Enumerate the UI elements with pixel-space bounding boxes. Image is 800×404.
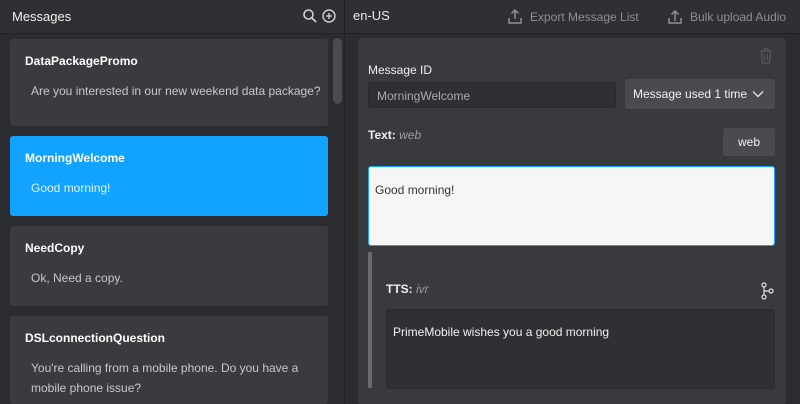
message-usage-dropdown[interactable]: Message used 1 time bbox=[625, 79, 775, 109]
message-card-morningwelcome[interactable]: MorningWelcome Good morning! bbox=[10, 136, 328, 216]
scrollbar-thumb[interactable] bbox=[333, 38, 342, 104]
search-icon[interactable] bbox=[302, 8, 318, 24]
text-channel: web bbox=[399, 128, 422, 142]
top-bar: Messages en-US Export Message List Bulk … bbox=[0, 0, 800, 34]
tts-channel: ivr bbox=[416, 282, 429, 296]
message-card-text: Are you interested in our new weekend da… bbox=[31, 84, 321, 98]
bulk-upload-label: Bulk upload Audio bbox=[690, 10, 787, 24]
export-message-list-button[interactable]: Export Message List bbox=[506, 8, 639, 26]
message-card-dslconnectionquestion[interactable]: DSLconnectionQuestion You're calling fro… bbox=[10, 316, 328, 404]
messages-app: Messages en-US Export Message List Bulk … bbox=[0, 0, 800, 404]
messages-header: Messages bbox=[0, 0, 345, 34]
branch-icon[interactable] bbox=[760, 282, 774, 300]
message-list: DataPackagePromo Are you interested in o… bbox=[0, 34, 345, 404]
tts-text-field[interactable]: PrimeMobile wishes you a good morning bbox=[386, 309, 775, 389]
web-channel-button[interactable]: web bbox=[723, 128, 775, 156]
trash-icon[interactable] bbox=[758, 47, 774, 65]
message-card-title: NeedCopy bbox=[25, 241, 85, 255]
add-circle-icon[interactable] bbox=[321, 8, 337, 24]
message-card-text: Ok, Need a copy. bbox=[31, 271, 123, 285]
message-card-title: DSLconnectionQuestion bbox=[25, 331, 166, 345]
text-label: Text: bbox=[368, 128, 396, 142]
tts-section-label: TTS: ivr bbox=[386, 282, 429, 296]
message-usage-label: Message used 1 time bbox=[633, 87, 748, 101]
message-id-label: Message ID bbox=[368, 63, 433, 77]
tts-label: TTS: bbox=[386, 282, 413, 296]
message-card-text: Good morning! bbox=[31, 181, 111, 195]
message-card-needcopy[interactable]: NeedCopy Ok, Need a copy. bbox=[10, 226, 328, 306]
tts-section: TTS: ivr PrimeMobile wishes you a good m… bbox=[368, 252, 775, 389]
chevron-down-icon bbox=[752, 91, 764, 98]
message-list-scrollbar[interactable] bbox=[333, 38, 342, 400]
text-section-label: Text: web bbox=[368, 128, 421, 142]
message-card-title: DataPackagePromo bbox=[25, 54, 138, 68]
tts-indent-bar bbox=[368, 252, 372, 388]
upload-icon bbox=[668, 9, 682, 24]
message-id-field[interactable]: MorningWelcome bbox=[368, 82, 616, 108]
message-card-datapackagepromo[interactable]: DataPackagePromo Are you interested in o… bbox=[10, 39, 328, 126]
export-label: Export Message List bbox=[530, 10, 639, 24]
messages-title: Messages bbox=[12, 9, 72, 24]
message-card-title: MorningWelcome bbox=[25, 151, 125, 165]
bulk-upload-audio-button[interactable]: Bulk upload Audio bbox=[666, 8, 786, 26]
locale-label[interactable]: en-US bbox=[353, 8, 390, 23]
export-icon bbox=[508, 8, 522, 24]
message-card-text: You're calling from a mobile phone. Do y… bbox=[31, 361, 299, 395]
message-text-field[interactable]: Good morning! bbox=[368, 166, 775, 246]
message-editor: Message ID MorningWelcome Message used 1… bbox=[358, 38, 786, 404]
